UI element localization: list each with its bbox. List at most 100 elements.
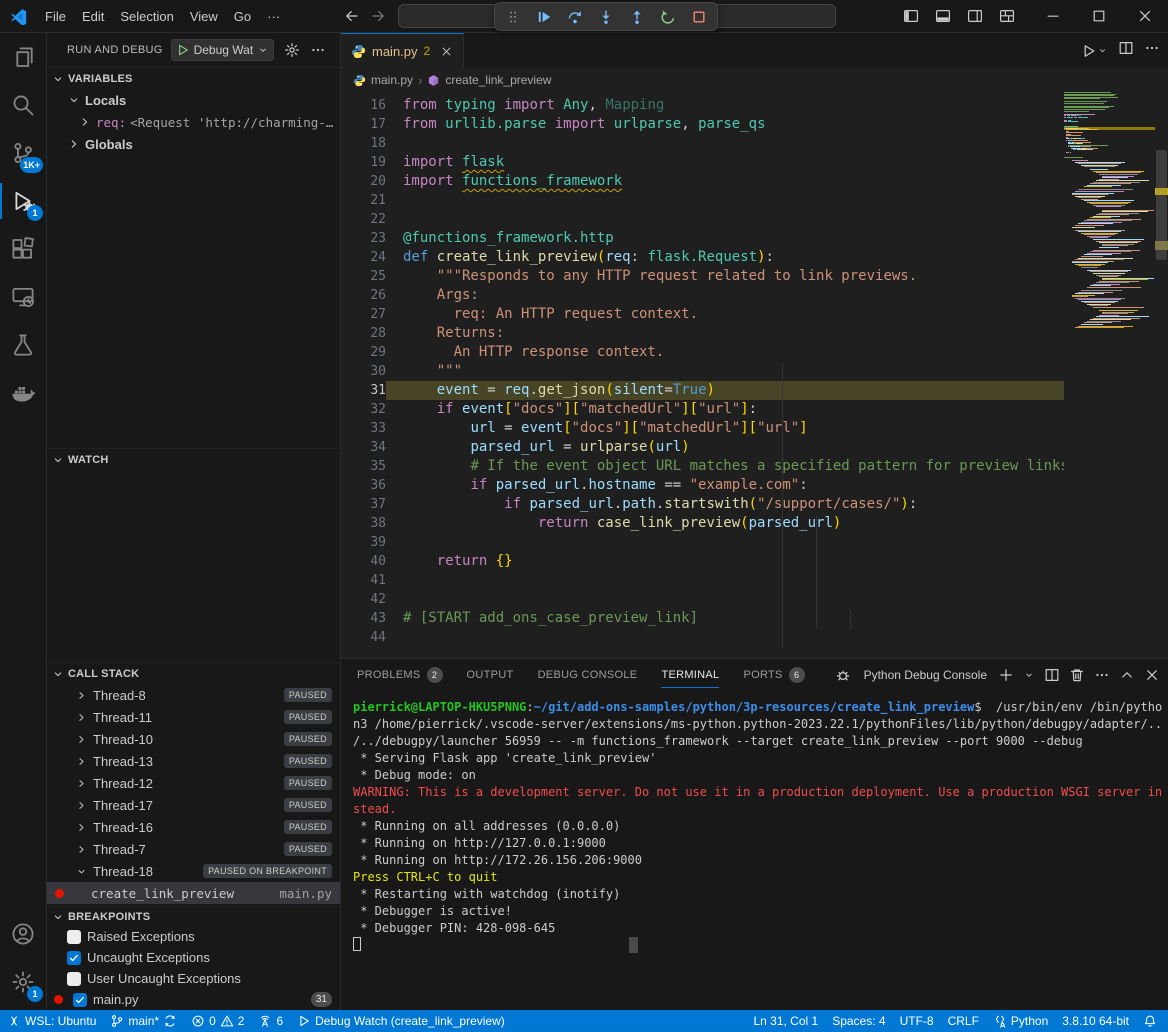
line-number[interactable]: 19 [341,153,386,172]
menu-file[interactable]: File [37,5,74,28]
arrow-right-icon[interactable] [370,8,386,24]
panel-tab-terminal[interactable]: TERMINAL [661,659,719,691]
code-line-23[interactable]: 23@functions_framework.http [341,229,1064,248]
arrow-left-icon[interactable] [344,8,360,24]
line-number[interactable]: 21 [341,191,386,210]
call-stack-thread[interactable]: Thread-17 PAUSED [47,794,340,816]
line-number[interactable]: 42 [341,590,386,609]
code-line-33[interactable]: 33 url = event["docs"]["matchedUrl"]["ur… [341,419,1064,438]
terminal-more-actions-button[interactable] [1094,667,1110,683]
code-line-24[interactable]: 24def create_link_preview(req: flask.Req… [341,248,1064,267]
panel-tab-problems[interactable]: PROBLEMS 2 [357,659,443,691]
continue-button[interactable] [533,5,555,29]
call-stack-thread[interactable]: Thread-12 PAUSED [47,772,340,794]
activity-bar-testing[interactable] [0,321,46,369]
code-line-27[interactable]: 27 req: An HTTP request context. [341,305,1064,324]
status-encoding[interactable]: UTF-8 [893,1010,941,1032]
panel-tab-ports[interactable]: PORTS 6 [743,659,804,691]
maximize-button[interactable] [1076,0,1122,32]
call-stack-thread[interactable]: Thread-10 PAUSED [47,728,340,750]
code-line-19[interactable]: 19import flask [341,153,1064,172]
status-problems-summary[interactable]: 0 2 [184,1010,251,1032]
line-number[interactable]: 24 [341,248,386,267]
panel-tab-debug-console[interactable]: DEBUG CONSOLE [538,659,638,691]
breakpoint-row[interactable]: Uncaught Exceptions [47,947,340,968]
breakpoint-row[interactable]: Raised Exceptions [47,926,340,947]
line-number[interactable]: 33 [341,419,386,438]
status-git-branch[interactable]: main* [103,1010,184,1032]
code-line-32[interactable]: 32 if event["docs"]["matchedUrl"]["url"]… [341,400,1064,419]
code-line-16[interactable]: 16from typing import Any, Mapping [341,96,1064,115]
line-number[interactable]: 32 [341,400,386,419]
new-terminal-button[interactable] [998,667,1014,683]
call-stack-thread[interactable]: Thread-8 PAUSED [47,684,340,706]
step-over-button[interactable] [564,5,586,29]
line-number[interactable]: 40 [341,552,386,571]
maximize-panel-button[interactable] [1119,667,1135,683]
line-number[interactable]: 16 [341,96,386,115]
call-stack-thread[interactable]: Thread-7 PAUSED [47,838,340,860]
breakpoint-row[interactable]: main.py 31 [47,989,340,1010]
activity-bar-run-and-debug[interactable]: 1 [0,177,46,225]
line-number[interactable]: 18 [341,134,386,153]
editor-scrollbar[interactable] [1155,92,1168,658]
line-number[interactable]: 36 [341,476,386,495]
status-remote-indicator[interactable]: WSL: Ubuntu [0,1010,103,1032]
close-panel-button[interactable] [1144,667,1160,683]
activity-bar-manage[interactable]: 1 [0,958,46,1006]
activity-bar-extensions[interactable] [0,225,46,273]
line-number[interactable]: 26 [341,286,386,305]
variables-scope-locals[interactable]: Locals [47,89,340,111]
code-line-20[interactable]: 20import functions_framework [341,172,1064,191]
call-stack-thread[interactable]: Thread-11 PAUSED [47,706,340,728]
code-line-18[interactable]: 18 [341,134,1064,153]
menu-more[interactable]: ··· [259,5,288,28]
line-number[interactable]: 25 [341,267,386,286]
breakpoint-checkbox[interactable] [73,993,87,1007]
code-line-43[interactable]: 43# [START add_ons_case_preview_link] [341,609,1064,628]
line-number[interactable]: 41 [341,571,386,590]
kill-terminal-button[interactable] [1069,667,1085,683]
status-language-mode[interactable]: Python [986,1010,1055,1032]
toggle-panel-button[interactable] [930,4,956,28]
drag-handle[interactable] [502,5,524,29]
activity-bar-explorer[interactable] [0,33,46,81]
step-out-button[interactable] [626,5,648,29]
code-line-22[interactable]: 22 [341,210,1064,229]
code-line-40[interactable]: 40 return {} [341,552,1064,571]
breakpoint-checkbox[interactable] [67,930,81,944]
code-line-17[interactable]: 17from urllib.parse import urlparse, par… [341,115,1064,134]
split-terminal-button[interactable] [1044,667,1060,683]
variable-req[interactable]: req: <Request 'http://charming-tro… [47,111,340,133]
breakpoint-row[interactable]: User Uncaught Exceptions [47,968,340,989]
call-stack-thread[interactable]: Thread-18 PAUSED ON BREAKPOINT [47,860,340,882]
start-debugging-icon[interactable] [176,43,190,57]
split-editor-button[interactable] [1118,40,1134,61]
call-stack-thread[interactable]: Thread-13 PAUSED [47,750,340,772]
code-line-25[interactable]: 25 """Responds to any HTTP request relat… [341,267,1064,286]
line-number[interactable]: 28 [341,324,386,343]
code-line-36[interactable]: 36 if parsed_url.hostname == "example.co… [341,476,1064,495]
menu-edit[interactable]: Edit [74,5,112,28]
minimap[interactable] [1064,92,1155,658]
code-line-42[interactable]: 42 [341,590,1064,609]
step-into-button[interactable] [595,5,617,29]
breakpoint-checkbox[interactable] [67,972,81,986]
line-number[interactable]: 20 [341,172,386,191]
status-debug-session[interactable]: Debug Watch (create_link_preview) [290,1010,512,1032]
call-stack-section-header[interactable]: CALL STACK [47,662,340,684]
restart-button[interactable] [657,5,679,29]
close-window-button[interactable] [1122,0,1168,32]
terminal-instance-label[interactable]: Python Debug Console [864,668,987,682]
tab-main-py[interactable]: main.py 2 [341,33,464,68]
launch-configuration-dropdown[interactable]: Debug Wat [171,39,275,61]
code-line-39[interactable]: 39 [341,533,1064,552]
breadcrumb[interactable]: main.py › create_link_preview [341,68,1168,92]
watch-section-header[interactable]: WATCH [47,448,340,470]
code-line-31[interactable]: 31 event = req.get_json(silent=True) [341,381,1064,400]
activity-bar-remote-explorer[interactable] [0,273,46,321]
code-line-28[interactable]: 28 Returns: [341,324,1064,343]
status-forwarded-ports[interactable]: 6 [251,1010,290,1032]
line-number[interactable]: 34 [341,438,386,457]
panel-tab-output[interactable]: OUTPUT [467,659,514,691]
